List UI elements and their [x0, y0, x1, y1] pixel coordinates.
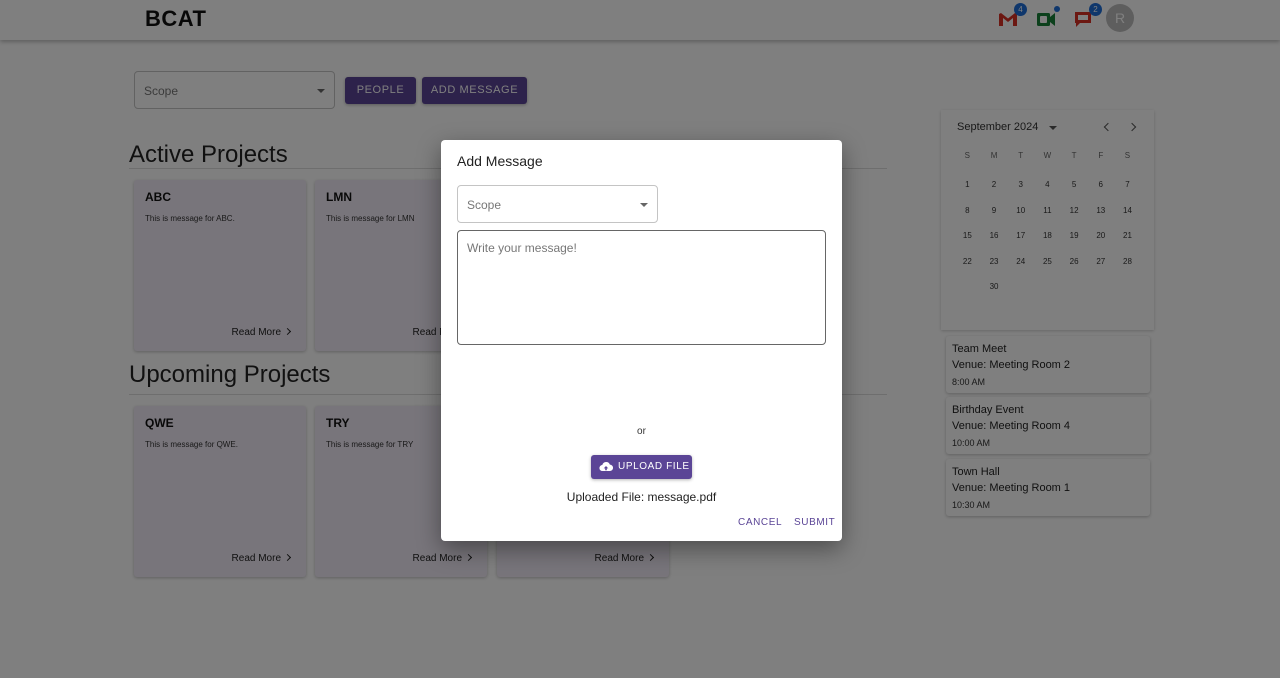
cancel-button[interactable]: CANCEL — [738, 517, 782, 528]
caret-down-icon — [640, 203, 648, 207]
submit-button[interactable]: SUBMIT — [794, 517, 835, 528]
add-message-dialog: Add Message Scope or UPLOAD FILE Uploade… — [441, 140, 842, 541]
cloud-upload-icon — [599, 462, 613, 472]
dialog-title: Add Message — [457, 153, 543, 169]
dialog-scope-placeholder: Scope — [467, 198, 502, 212]
upload-file-label: UPLOAD FILE — [618, 461, 690, 472]
upload-file-button[interactable]: UPLOAD FILE — [591, 455, 692, 479]
or-separator: or — [637, 426, 646, 437]
dialog-scope-select[interactable]: Scope — [457, 185, 658, 223]
uploaded-file-text: Uploaded File: message.pdf — [566, 490, 717, 504]
message-textarea[interactable] — [457, 230, 826, 345]
